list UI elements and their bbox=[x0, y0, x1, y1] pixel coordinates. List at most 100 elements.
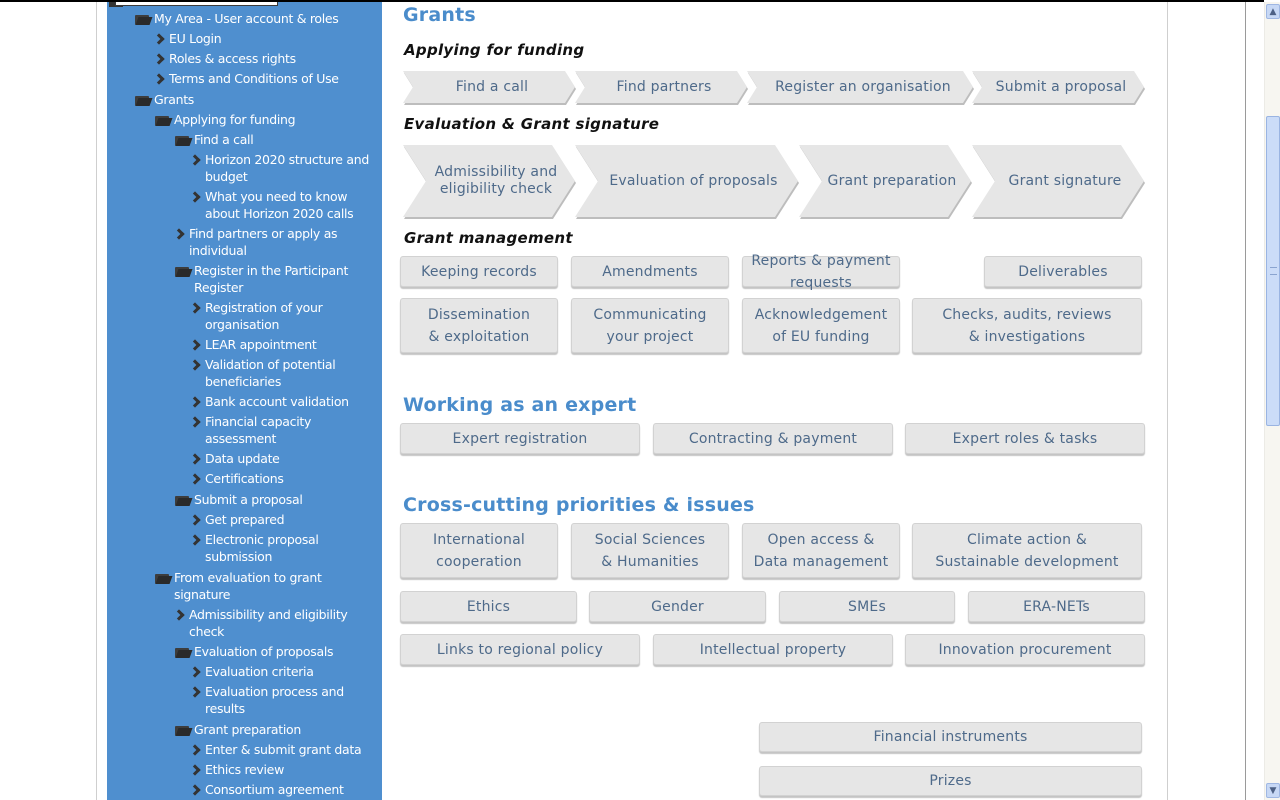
scrollbar-thumb[interactable] bbox=[1266, 116, 1280, 426]
step-label: Find a call bbox=[455, 78, 529, 95]
working-as-expert-heading: Working as an expert bbox=[403, 394, 637, 416]
sidebar-item[interactable]: Certifications bbox=[107, 470, 382, 487]
gender-button[interactable]: Gender bbox=[589, 591, 766, 622]
contracting-and-payment-button[interactable]: Contracting & payment bbox=[653, 423, 893, 454]
chevron-right-icon bbox=[191, 474, 199, 484]
reports-and-payment-requests-button[interactable]: Reports & payment requests bbox=[742, 253, 900, 291]
sidebar-item-label: My Area - User account & roles bbox=[154, 11, 339, 26]
sidebar-item[interactable]: Grants bbox=[107, 91, 382, 108]
dissemination-and-exploitation-button[interactable]: Dissemination & exploitation bbox=[400, 298, 558, 353]
folder-open-icon bbox=[175, 725, 191, 736]
evaluation-of-proposals-step-button[interactable]: Evaluation of proposals bbox=[575, 145, 799, 219]
button-label: Innovation procurement bbox=[938, 641, 1112, 658]
sidebar-item[interactable]: Financial capacity assessment bbox=[107, 413, 382, 447]
smes-button[interactable]: SMEs bbox=[779, 591, 955, 622]
open-access-and-data-management-button[interactable]: Open access & Data management bbox=[742, 523, 900, 578]
acknowledgement-of-eu-funding-button[interactable]: Acknowledgement of EU funding bbox=[742, 298, 900, 353]
chevron-right-icon bbox=[175, 610, 183, 620]
step-label: Grant signature bbox=[1008, 172, 1122, 189]
chevron-right-icon bbox=[191, 340, 199, 350]
button-label: Gender bbox=[651, 598, 704, 615]
folder-open-icon bbox=[155, 115, 171, 126]
expert-registration-button[interactable]: Expert registration bbox=[400, 423, 640, 454]
sidebar-item[interactable]: Horizon 2020 structure and budget bbox=[107, 151, 382, 185]
expert-roles-and-tasks-button[interactable]: Expert roles & tasks bbox=[905, 423, 1145, 454]
button-label: Deliverables bbox=[1018, 263, 1108, 280]
amendments-button[interactable]: Amendments bbox=[571, 256, 729, 287]
links-to-regional-policy-button[interactable]: Links to regional policy bbox=[400, 634, 640, 665]
step-label: Admissibility and eligibility check bbox=[434, 164, 558, 197]
sidebar-item[interactable]: Electronic proposal submission bbox=[107, 531, 382, 565]
sidebar-item[interactable]: Terms and Conditions of Use bbox=[107, 70, 382, 87]
prizes-button[interactable]: Prizes bbox=[759, 766, 1142, 796]
sidebar-item[interactable]: Ethics review bbox=[107, 761, 382, 778]
sidebar-item[interactable]: Validation of potential beneficiaries bbox=[107, 356, 382, 390]
folder-open-icon bbox=[135, 14, 151, 25]
vertical-scrollbar[interactable]: ▲ ▼ bbox=[1264, 2, 1280, 800]
button-label: Ethics bbox=[466, 598, 511, 615]
innovation-procurement-button[interactable]: Innovation procurement bbox=[905, 634, 1145, 665]
sidebar-item[interactable]: LEAR appointment bbox=[107, 336, 382, 353]
submit-a-proposal-step-button[interactable]: Submit a proposal bbox=[972, 71, 1145, 105]
communicating-your-project-button[interactable]: Communicating your project bbox=[571, 298, 729, 353]
sidebar-item[interactable]: Find partners or apply as individual bbox=[107, 225, 382, 259]
sidebar-item-label: Horizon 2020 structure and budget bbox=[205, 152, 369, 184]
sidebar-item[interactable]: Submit a proposal bbox=[107, 491, 382, 508]
sidebar-item[interactable]: Evaluation of proposals bbox=[107, 643, 382, 660]
sidebar-item-label: Validation of potential beneficiaries bbox=[205, 357, 336, 389]
sidebar-item[interactable]: Data update bbox=[107, 450, 382, 467]
chevron-right-icon bbox=[191, 454, 199, 464]
sidebar-item-label: Get prepared bbox=[205, 512, 285, 527]
admissibility-and-eligibility-check-step-button[interactable]: Admissibility and eligibility check bbox=[403, 145, 576, 219]
chevron-right-icon bbox=[191, 765, 199, 775]
button-label: Keeping records bbox=[421, 263, 537, 280]
sidebar-item[interactable]: Applying for funding bbox=[107, 111, 382, 128]
sidebar-item[interactable]: EU Login bbox=[107, 30, 382, 47]
grant-preparation-step-button[interactable]: Grant preparation bbox=[799, 145, 972, 219]
era-nets-button[interactable]: ERA-NETs bbox=[968, 591, 1145, 622]
ethics-button[interactable]: Ethics bbox=[400, 591, 577, 622]
sidebar-item[interactable]: Grant preparation bbox=[107, 721, 382, 738]
button-label: Reports & payment requests bbox=[751, 252, 891, 291]
find-a-call-step-button[interactable]: Find a call bbox=[403, 71, 576, 105]
sidebar-top-item[interactable] bbox=[115, 2, 278, 6]
sidebar-item[interactable]: Admissibility and eligibility check bbox=[107, 606, 382, 640]
financial-instruments-button[interactable]: Financial instruments bbox=[759, 722, 1142, 752]
sidebar-item[interactable]: What you need to know about Horizon 2020… bbox=[107, 188, 382, 222]
checks-audits-reviews-and-investigations-button[interactable]: Checks, audits, reviews & investigations bbox=[912, 298, 1142, 353]
sidebar-item-label: Register in the Participant Register bbox=[194, 263, 349, 295]
chevron-right-icon bbox=[155, 74, 163, 84]
sidebar-item[interactable]: Evaluation criteria bbox=[107, 663, 382, 680]
keeping-records-button[interactable]: Keeping records bbox=[400, 256, 558, 287]
sidebar-item-label: Grant preparation bbox=[194, 722, 302, 737]
sidebar-item[interactable]: Bank account validation bbox=[107, 393, 382, 410]
international-cooperation-button[interactable]: International cooperation bbox=[400, 523, 558, 578]
folder-open-icon bbox=[175, 266, 191, 277]
sidebar-item[interactable]: Enter & submit grant data bbox=[107, 741, 382, 758]
sidebar-item[interactable]: Get prepared bbox=[107, 511, 382, 528]
find-partners-step-button[interactable]: Find partners bbox=[575, 71, 748, 105]
grant-signature-step-button[interactable]: Grant signature bbox=[972, 145, 1145, 219]
folder-open-icon bbox=[155, 573, 171, 584]
button-label: Open access & Data management bbox=[753, 531, 889, 570]
sidebar-item[interactable]: Registration of your organisation bbox=[107, 299, 382, 333]
intellectual-property-button[interactable]: Intellectual property bbox=[653, 634, 893, 665]
sidebar-item[interactable]: My Area - User account & roles bbox=[107, 10, 382, 27]
grant-management-heading: Grant management bbox=[404, 229, 573, 247]
sidebar-item[interactable]: From evaluation to grant signature bbox=[107, 569, 382, 603]
scroll-up-arrow-icon[interactable]: ▲ bbox=[1266, 4, 1280, 19]
deliverables-button[interactable]: Deliverables bbox=[984, 256, 1142, 287]
climate-action-and-sustainable-development-button[interactable]: Climate action & Sustainable development bbox=[912, 523, 1142, 578]
sidebar-item[interactable]: Consortium agreement bbox=[107, 781, 382, 798]
sidebar-item[interactable]: Find a call bbox=[107, 131, 382, 148]
applying-for-funding-heading: Applying for funding bbox=[404, 41, 585, 59]
scroll-down-arrow-icon[interactable]: ▼ bbox=[1266, 783, 1280, 798]
register-an-organisation-step-button[interactable]: Register an organisation bbox=[747, 71, 974, 105]
social-sciences-and-humanities-button[interactable]: Social Sciences & Humanities bbox=[571, 523, 729, 578]
folder-open-icon bbox=[135, 95, 151, 106]
sidebar-item[interactable]: Roles & access rights bbox=[107, 50, 382, 67]
sidebar-item-label: Submit a proposal bbox=[194, 492, 303, 507]
sidebar-item[interactable]: Evaluation process and results bbox=[107, 683, 382, 717]
sidebar-item[interactable]: Register in the Participant Register bbox=[107, 262, 382, 296]
sidebar-item-label: Terms and Conditions of Use bbox=[169, 71, 339, 86]
